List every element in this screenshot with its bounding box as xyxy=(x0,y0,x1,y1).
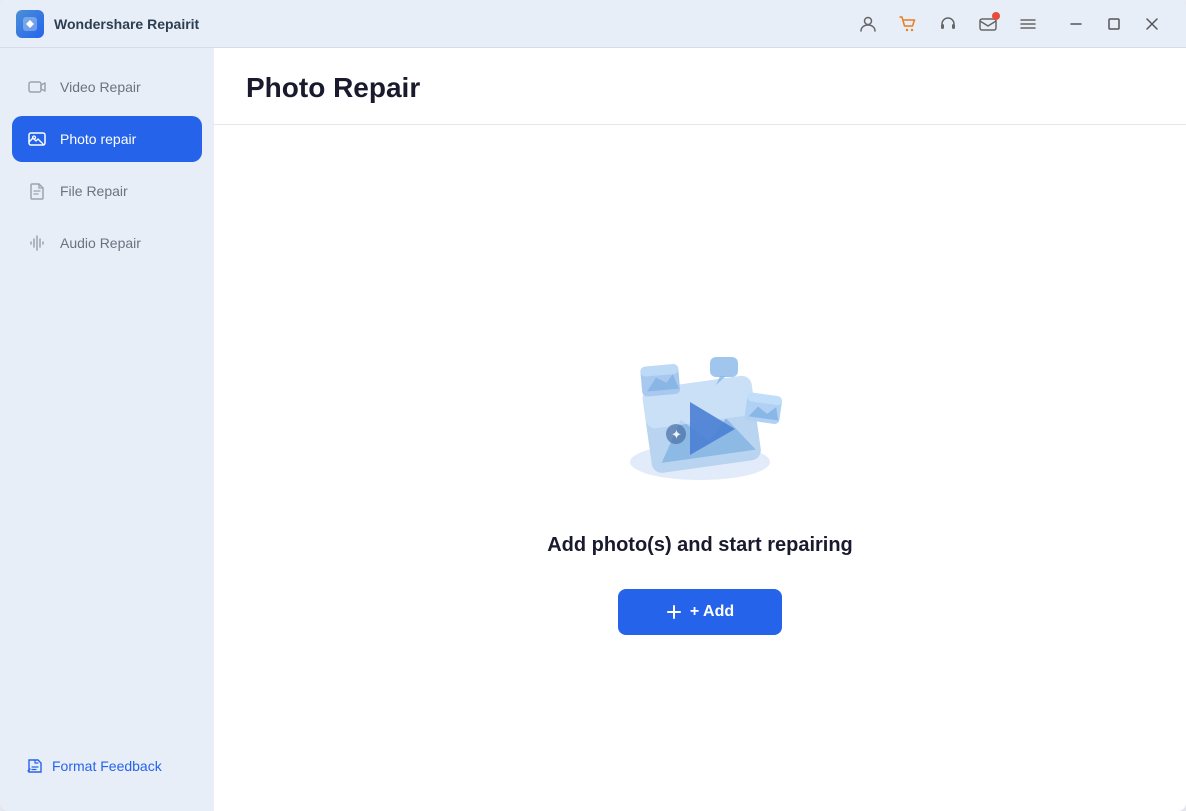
title-bar: Wondershare Repairit xyxy=(0,0,1186,48)
app-window: Wondershare Repairit xyxy=(0,0,1186,811)
photo-repair-icon xyxy=(26,128,48,150)
app-name: Wondershare Repairit xyxy=(54,16,199,32)
main-content: Video Repair Photo repair xyxy=(0,48,1186,811)
window-controls xyxy=(1058,6,1170,42)
add-button[interactable]: + Add xyxy=(618,589,782,635)
sidebar-item-label: Audio Repair xyxy=(60,235,141,251)
title-bar-left: Wondershare Repairit xyxy=(16,10,199,38)
headset-icon[interactable] xyxy=(930,6,966,42)
sidebar-item-label: Photo repair xyxy=(60,131,136,147)
format-feedback-label: Format Feedback xyxy=(52,758,162,774)
mail-icon[interactable] xyxy=(970,6,1006,42)
maximize-button[interactable] xyxy=(1096,6,1132,42)
account-icon[interactable] xyxy=(850,6,886,42)
sidebar-item-audio-repair[interactable]: Audio Repair xyxy=(12,220,202,266)
panel-header: Photo Repair xyxy=(214,48,1186,125)
sidebar-item-label: File Repair xyxy=(60,183,128,199)
title-bar-controls xyxy=(850,6,1170,42)
sidebar-item-label: Video Repair xyxy=(60,79,141,95)
svg-text:✦: ✦ xyxy=(671,427,682,442)
video-repair-icon xyxy=(26,76,48,98)
mail-badge xyxy=(992,12,1000,20)
page-title: Photo Repair xyxy=(246,72,1154,104)
sidebar-item-video-repair[interactable]: Video Repair xyxy=(12,64,202,110)
close-button[interactable] xyxy=(1134,6,1170,42)
photo-repair-illustration: ✦ xyxy=(580,302,820,502)
plus-icon xyxy=(666,604,682,620)
panel-body: ✦ Add photo(s) and start repairing + Add xyxy=(214,125,1186,811)
sidebar-nav: Video Repair Photo repair xyxy=(12,64,202,737)
format-feedback-link[interactable]: Format Feedback xyxy=(16,749,198,783)
sidebar-item-file-repair[interactable]: File Repair xyxy=(12,168,202,214)
main-panel: Photo Repair xyxy=(214,48,1186,811)
add-button-label: + Add xyxy=(690,603,734,621)
prompt-text: Add photo(s) and start repairing xyxy=(547,534,853,557)
cart-icon[interactable] xyxy=(890,6,926,42)
audio-repair-icon xyxy=(26,232,48,254)
app-logo xyxy=(16,10,44,38)
minimize-button[interactable] xyxy=(1058,6,1094,42)
menu-icon[interactable] xyxy=(1010,6,1046,42)
sidebar-item-photo-repair[interactable]: Photo repair xyxy=(12,116,202,162)
file-repair-icon xyxy=(26,180,48,202)
sidebar: Video Repair Photo repair xyxy=(0,48,214,811)
sidebar-footer: Format Feedback xyxy=(12,737,202,795)
